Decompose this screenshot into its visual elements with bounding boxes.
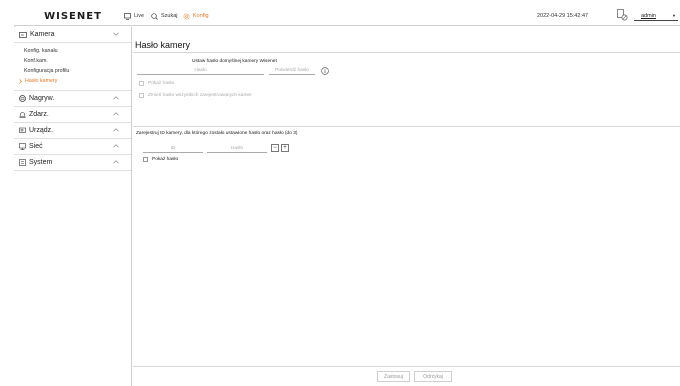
system-icon [19,159,26,166]
sidebar-item-label: Konfiguracja profilu [24,68,70,74]
register-camera-section-title: Zarejestruj ID kamery, dla którego zosta… [136,131,298,136]
alarm-icon[interactable] [617,9,628,21]
checkbox-box [139,93,144,98]
password-input[interactable]: Hasło [137,67,264,75]
nav-config-label: Konfig [193,13,209,19]
info-icon[interactable] [321,67,329,75]
checkbox-box [139,81,144,86]
nav-search-label: Szukaj [161,13,178,19]
nav-live[interactable]: Live [124,6,144,26]
password-placeholder: Hasło [194,68,207,73]
show-password-checkbox[interactable]: Pokaż hasło [139,81,174,86]
sidebar-category-recording[interactable]: Nagryw. [14,91,131,107]
checkbox-box [143,157,148,162]
sidebar-category-label: Sieć [29,143,43,150]
divider [133,52,680,53]
camera-submenu: Konfig. kanału Konf.kam. Konfiguracja pr… [14,43,131,91]
top-bar: WISENET Live Szukaj Konfig 2022-04-29 15… [14,6,680,26]
sidebar-item-camera-config[interactable]: Konf.kam. [14,56,131,66]
nav-search[interactable]: Szukaj [151,6,178,26]
chevron-up-icon [113,144,119,148]
add-row-button[interactable]: + [281,144,289,152]
chevron-up-icon [113,160,119,164]
sidebar: Kamera Konfig. kanału Konf.kam. Konfigur… [14,27,132,386]
divider [133,366,680,367]
bell-icon [19,111,26,118]
id-placeholder: ID [170,146,176,151]
sidebar-category-label: System [29,159,53,166]
search-icon [151,12,158,20]
cancel-button[interactable]: Odrzykaj [414,371,452,382]
chevron-right-icon [19,78,22,84]
show-camera-password-checkbox[interactable]: Pokaż hasło [143,157,178,162]
sidebar-category-label: Kamera [30,31,55,38]
sidebar-category-label: Nagryw. [29,95,55,102]
change-all-cameras-checkbox[interactable]: Zmień hasło wszystkich zarejestrowanych … [139,93,253,98]
change-all-label: Zmień hasło wszystkich zarejestrowanych … [148,93,253,98]
show-password-label: Pokaż hasło [152,157,179,162]
chevron-up-icon [113,96,119,100]
network-icon [19,143,26,150]
confirm-password-placeholder: Potwierdź hasło [275,68,309,73]
show-password-label: Pokaż hasło [148,81,175,86]
sidebar-category-label: Urządz. [29,127,54,134]
camera-id-input[interactable]: ID [143,145,203,153]
remove-row-button[interactable]: − [271,144,279,152]
wisenet-logo: WISENET [44,10,102,22]
page-title: Hasło kamery [135,40,191,50]
sidebar-category-network[interactable]: Sieć [14,139,131,155]
sidebar-category-devices[interactable]: Urządz. [14,123,131,139]
sidebar-category-label: Zdarz. [29,111,49,118]
chevron-up-icon [113,112,119,116]
camera-icon [19,31,27,38]
sidebar-item-label: Hasło kamery [25,78,58,84]
camera-password-input[interactable]: Hasło [207,145,267,153]
nav-live-label: Live [134,13,145,19]
gear-icon [183,13,190,19]
camera-password-placeholder: Hasło [230,146,244,151]
datetime-display: 2022-04-29 15:42:47 [537,13,589,19]
sidebar-item-label: Konf.kam. [24,58,48,64]
user-dropdown[interactable]: admin ▼ [634,11,678,21]
apply-button[interactable]: Zastosuj [377,371,410,382]
nav-config[interactable]: Konfig [183,6,209,26]
confirm-password-input[interactable]: Potwierdź hasło [269,67,315,75]
default-password-section-title: Ustaw hasło domyślnej kamery Wisenet [192,59,277,64]
sidebar-item-label: Konfig. kanału [24,48,58,54]
device-icon [19,127,26,133]
sidebar-category-camera[interactable]: Kamera [14,27,131,43]
user-name: admin [641,12,656,19]
sidebar-category-events[interactable]: Zdarz. [14,107,131,123]
chevron-down-icon [113,32,119,36]
monitor-icon [124,12,131,20]
sidebar-category-system[interactable]: System [14,155,131,171]
record-icon [19,95,26,102]
sidebar-item-camera-password[interactable]: Hasło kamery [14,76,131,86]
sidebar-item-channel-config[interactable]: Konfig. kanału [14,46,131,56]
divider [133,126,680,127]
chevron-down-icon: ▼ [672,13,676,18]
chevron-up-icon [113,128,119,132]
sidebar-item-profile-config[interactable]: Konfiguracja profilu [14,66,131,76]
main-panel: Hasło kamery Ustaw hasło domyślnej kamer… [133,27,680,386]
